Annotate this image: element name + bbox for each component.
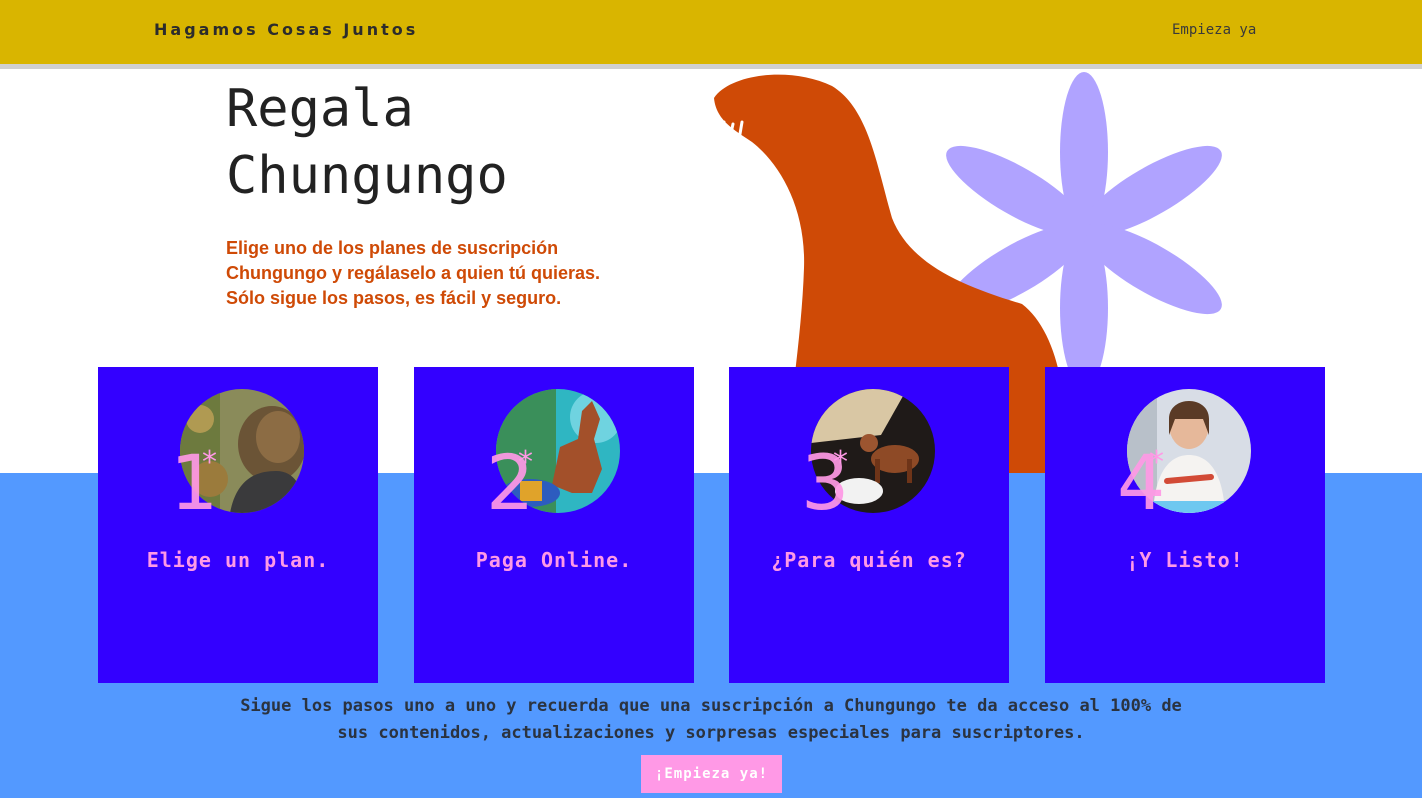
step-card-2[interactable]: 2 * Paga Online. bbox=[414, 367, 694, 683]
hero-title-line: Regala bbox=[226, 79, 414, 139]
footer-description-line: Sigue los pasos uno a uno y recuerda que… bbox=[240, 696, 1182, 716]
hero-description-line: Chungungo y regálaselo a quien tú quiera… bbox=[226, 263, 601, 283]
step-star: * bbox=[518, 445, 533, 480]
step-label: ¡Y Listo! bbox=[1126, 548, 1244, 572]
empieza-ya-button[interactable]: ¡Empieza ya! bbox=[641, 755, 782, 793]
brand-logo-text[interactable]: Hagamos Cosas Juntos bbox=[154, 20, 418, 39]
hero-title: Regala Chungungo bbox=[226, 76, 508, 210]
top-navbar: Hagamos Cosas Juntos Empieza ya bbox=[0, 0, 1422, 64]
step-card-3[interactable]: 3 * ¿Para quién es? bbox=[729, 367, 1009, 683]
hero-description-line: Elige uno de los planes de suscripción bbox=[226, 238, 559, 258]
step-label: ¿Para quién es? bbox=[771, 548, 967, 572]
step-card-4[interactable]: 4 * ¡Y Listo! bbox=[1045, 367, 1325, 683]
step-label: Elige un plan. bbox=[146, 548, 330, 572]
step-star: * bbox=[833, 445, 848, 480]
step-star: * bbox=[1149, 445, 1164, 480]
hero-description-line: Sólo sigue los pasos, es fácil y seguro. bbox=[226, 288, 562, 308]
footer-description: Sigue los pasos uno a uno y recuerda que… bbox=[200, 693, 1222, 747]
step-star: * bbox=[202, 445, 217, 480]
hero-description: Elige uno de los planes de suscripción C… bbox=[226, 236, 656, 311]
footer-description-line: sus contenidos, actualizaciones y sorpre… bbox=[337, 723, 1085, 743]
nav-link-empieza[interactable]: Empieza ya bbox=[1172, 22, 1256, 38]
hero-title-line: Chungungo bbox=[226, 146, 508, 206]
step-label: Paga Online. bbox=[475, 548, 633, 572]
step-card-1[interactable]: 1 * Elige un plan. bbox=[98, 367, 378, 683]
